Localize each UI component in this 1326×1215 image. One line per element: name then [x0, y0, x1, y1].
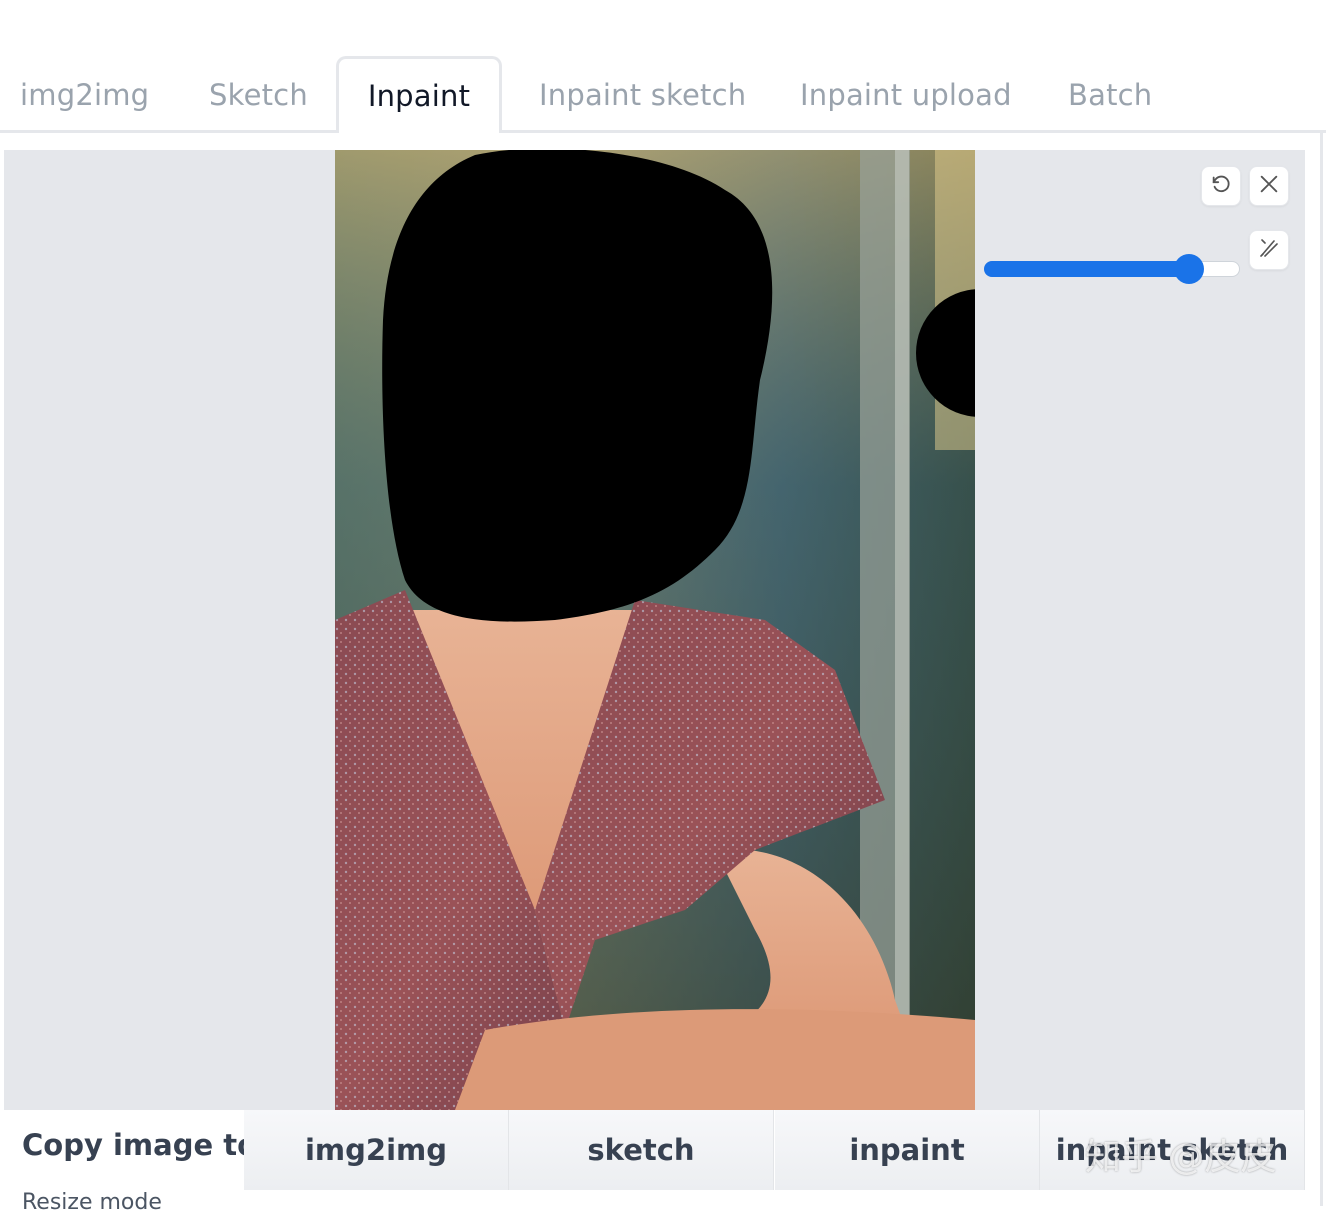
copy-to-img2img-button[interactable]: img2img — [244, 1110, 509, 1190]
tab-img2img[interactable]: img2img — [20, 56, 149, 133]
copy-image-row: Copy image to: img2img sketch inpaint in… — [0, 1110, 1305, 1190]
resize-mode-label: Resize mode — [22, 1190, 162, 1215]
inpaint-canvas[interactable] — [4, 150, 1305, 1110]
tab-bar: img2img Sketch Inpaint Inpaint sketch In… — [0, 0, 1326, 133]
copy-to-inpaint-sketch-button[interactable]: inpaint sketch — [1040, 1110, 1305, 1190]
slider-fill — [984, 261, 1189, 277]
clear-button[interactable] — [1249, 166, 1289, 206]
brush-size-button[interactable] — [1249, 230, 1289, 270]
tab-batch[interactable]: Batch — [1068, 56, 1152, 133]
undo-button[interactable] — [1201, 166, 1241, 206]
undo-icon — [1210, 173, 1232, 199]
copy-to-inpaint-button[interactable]: inpaint — [775, 1110, 1040, 1190]
slider-thumb[interactable] — [1173, 254, 1204, 284]
copy-image-label: Copy image to: — [22, 1128, 269, 1162]
photo-with-mask — [335, 150, 975, 1110]
tab-sketch[interactable]: Sketch — [209, 56, 308, 133]
close-icon — [1258, 173, 1280, 199]
tab-inpaint[interactable]: Inpaint — [336, 56, 502, 133]
panel-border — [1320, 133, 1323, 1206]
brush-size-slider[interactable] — [984, 254, 1240, 284]
copy-to-sketch-button[interactable]: sketch — [509, 1110, 774, 1190]
brush-icon — [1257, 236, 1281, 264]
tab-inpaint-sketch[interactable]: Inpaint sketch — [539, 56, 746, 133]
inpaint-image[interactable] — [335, 150, 975, 1110]
tab-inpaint-upload[interactable]: Inpaint upload — [800, 56, 1012, 133]
